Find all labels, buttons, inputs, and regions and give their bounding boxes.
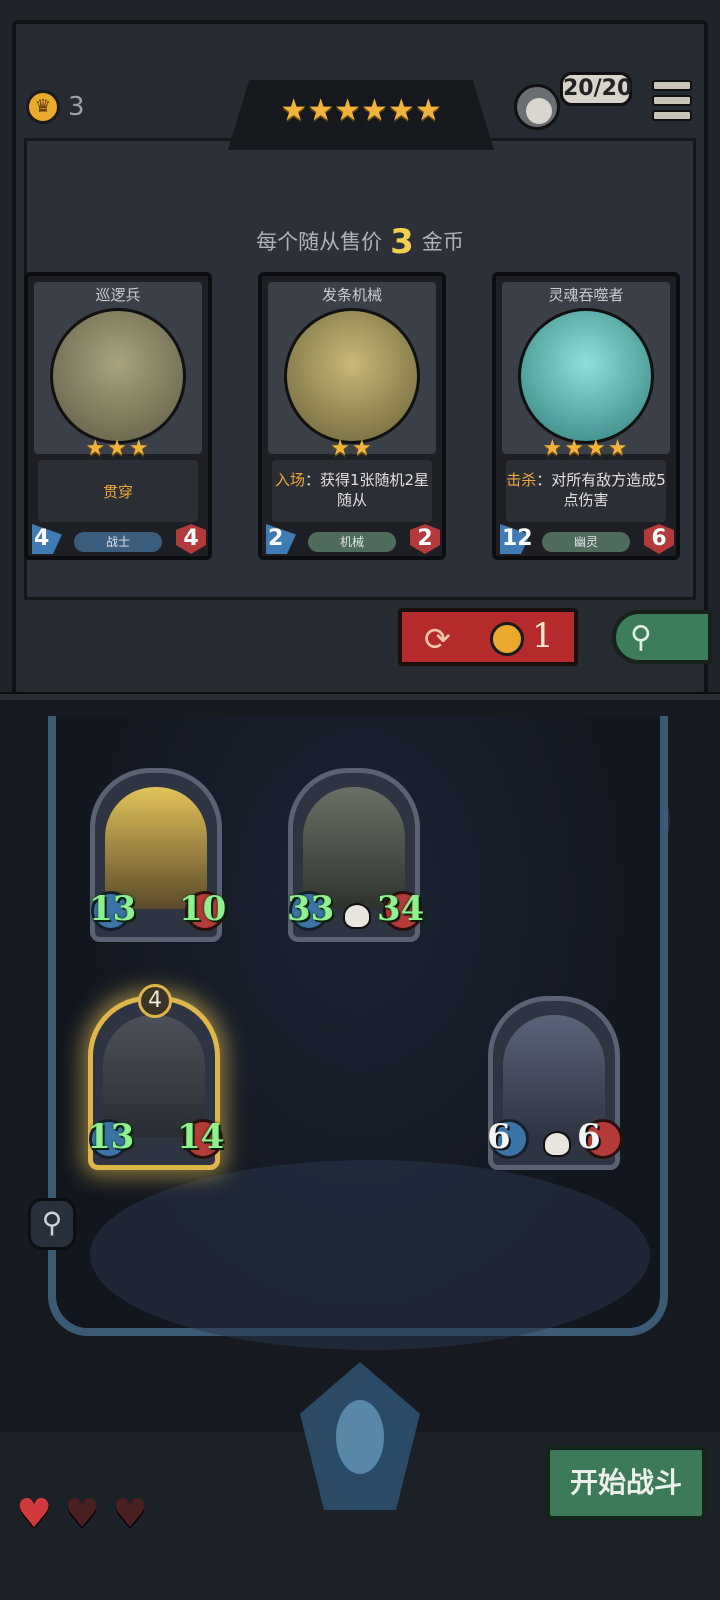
card-desc: 入场：获得1张随机2星随从 xyxy=(272,470,432,510)
card-tribe: 幽灵 xyxy=(542,532,630,552)
tavern-tier-tab: ★★★★★★ xyxy=(228,80,494,150)
menu-icon[interactable] xyxy=(652,80,692,121)
shop-card[interactable]: 灵魂吞噬者 ★★★★ 击杀：对所有敌方造成5点伤害 12 幽灵 6 xyxy=(492,272,680,560)
card-tribe: 战士 xyxy=(74,532,162,552)
sell-price-line: 每个随从售价 3 金币 xyxy=(0,222,720,262)
unit-level-badge: 4 xyxy=(138,984,172,1018)
unit-health: 14 xyxy=(177,1117,225,1157)
star-icon: ★ xyxy=(280,93,308,128)
shop-search-button[interactable]: ⚲ xyxy=(612,610,712,664)
board-search-button[interactable]: ⚲ xyxy=(28,1198,76,1250)
start-battle-button[interactable]: 开始战斗 xyxy=(546,1446,706,1520)
card-name: 巡逻兵 xyxy=(95,286,141,304)
gold-count: 3 xyxy=(68,92,85,122)
skull-icon xyxy=(343,903,371,929)
card-keyword: 入场 xyxy=(274,471,305,489)
board-unit-highlighted[interactable]: 13 14 xyxy=(87,996,224,1170)
avatar-face-icon xyxy=(526,98,552,124)
star-icon: ★ xyxy=(414,93,442,128)
card-attack: 2 xyxy=(268,526,284,551)
card-health: 4 xyxy=(183,526,199,551)
card-name: 发条机械 xyxy=(321,286,382,304)
card-attack: 4 xyxy=(34,526,50,551)
card-stars: ★★★ xyxy=(85,436,151,461)
star-icon: ★ xyxy=(307,93,335,128)
card-desc: 贯穿 xyxy=(38,482,198,502)
board-unit[interactable]: 13 10 xyxy=(89,768,226,942)
card-portrait xyxy=(518,308,654,444)
unit-attack: 13 xyxy=(89,889,137,929)
unit-health: 10 xyxy=(179,889,227,929)
card-stars: ★★ xyxy=(330,436,374,461)
refresh-cost: 1 xyxy=(532,616,554,656)
card-desc-text: 贯穿 xyxy=(102,483,133,501)
refresh-icon: ⟳ xyxy=(424,620,451,658)
card-desc-text: ：对所有敌方造成5点伤害 xyxy=(536,471,666,509)
card-desc-text: ：获得1张随机2星随从 xyxy=(304,471,430,509)
shop-panel: ★★★★★★ ♛ 3 20/20 每个随从售价 3 金币 巡逻兵 ★★★ 贯穿 4 … xyxy=(0,0,720,700)
card-health: 6 xyxy=(651,526,667,551)
card-name: 灵魂吞噬者 xyxy=(548,286,624,304)
unit-attack: 6 xyxy=(487,1117,511,1157)
card-health: 2 xyxy=(417,526,433,551)
refresh-shop-button[interactable]: ⟳ 1 xyxy=(398,608,578,666)
card-tribe: 机械 xyxy=(308,532,396,552)
card-portrait xyxy=(284,308,420,444)
card-attack: 12 xyxy=(502,526,533,551)
gold-coin-icon xyxy=(490,622,524,656)
tier-stars: ★★★★★★ xyxy=(256,96,466,126)
heart-empty-icon: ♥ xyxy=(64,1491,100,1537)
card-stars: ★★★★ xyxy=(542,436,630,461)
skull-icon xyxy=(543,1131,571,1157)
card-keyword: 击杀 xyxy=(506,471,537,489)
star-icon: ★ xyxy=(361,93,388,128)
gold-coin-icon: ♛ xyxy=(26,90,60,124)
unit-attack: 33 xyxy=(287,889,335,929)
shop-card[interactable]: 发条机械 ★★ 入场：获得1张随机2星随从 2 机械 2 xyxy=(258,272,446,560)
heart-icon: ♥ xyxy=(16,1491,52,1537)
price-value: 3 xyxy=(390,222,414,262)
star-icon: ★ xyxy=(387,93,415,128)
price-prefix: 每个随从售价 xyxy=(256,230,383,254)
price-suffix: 金币 xyxy=(421,230,464,254)
unit-health: 34 xyxy=(377,889,425,929)
shop-card[interactable]: 巡逻兵 ★★★ 贯穿 4 战士 4 xyxy=(24,272,212,560)
star-icon: ★ xyxy=(334,93,361,128)
unit-attack: 13 xyxy=(87,1117,135,1157)
card-desc: 击杀：对所有敌方造成5点伤害 xyxy=(506,470,666,510)
population-badge: 20/20 xyxy=(560,72,632,106)
board-unit[interactable]: 33 34 xyxy=(287,768,424,942)
background-cloud xyxy=(90,1160,650,1350)
card-portrait xyxy=(50,308,186,444)
board-unit[interactable]: 6 6 xyxy=(487,996,623,1170)
heart-empty-icon: ♥ xyxy=(112,1491,148,1537)
search-icon: ⚲ xyxy=(630,620,652,655)
eye-emblem-core xyxy=(336,1400,384,1474)
unit-health: 6 xyxy=(577,1117,601,1157)
